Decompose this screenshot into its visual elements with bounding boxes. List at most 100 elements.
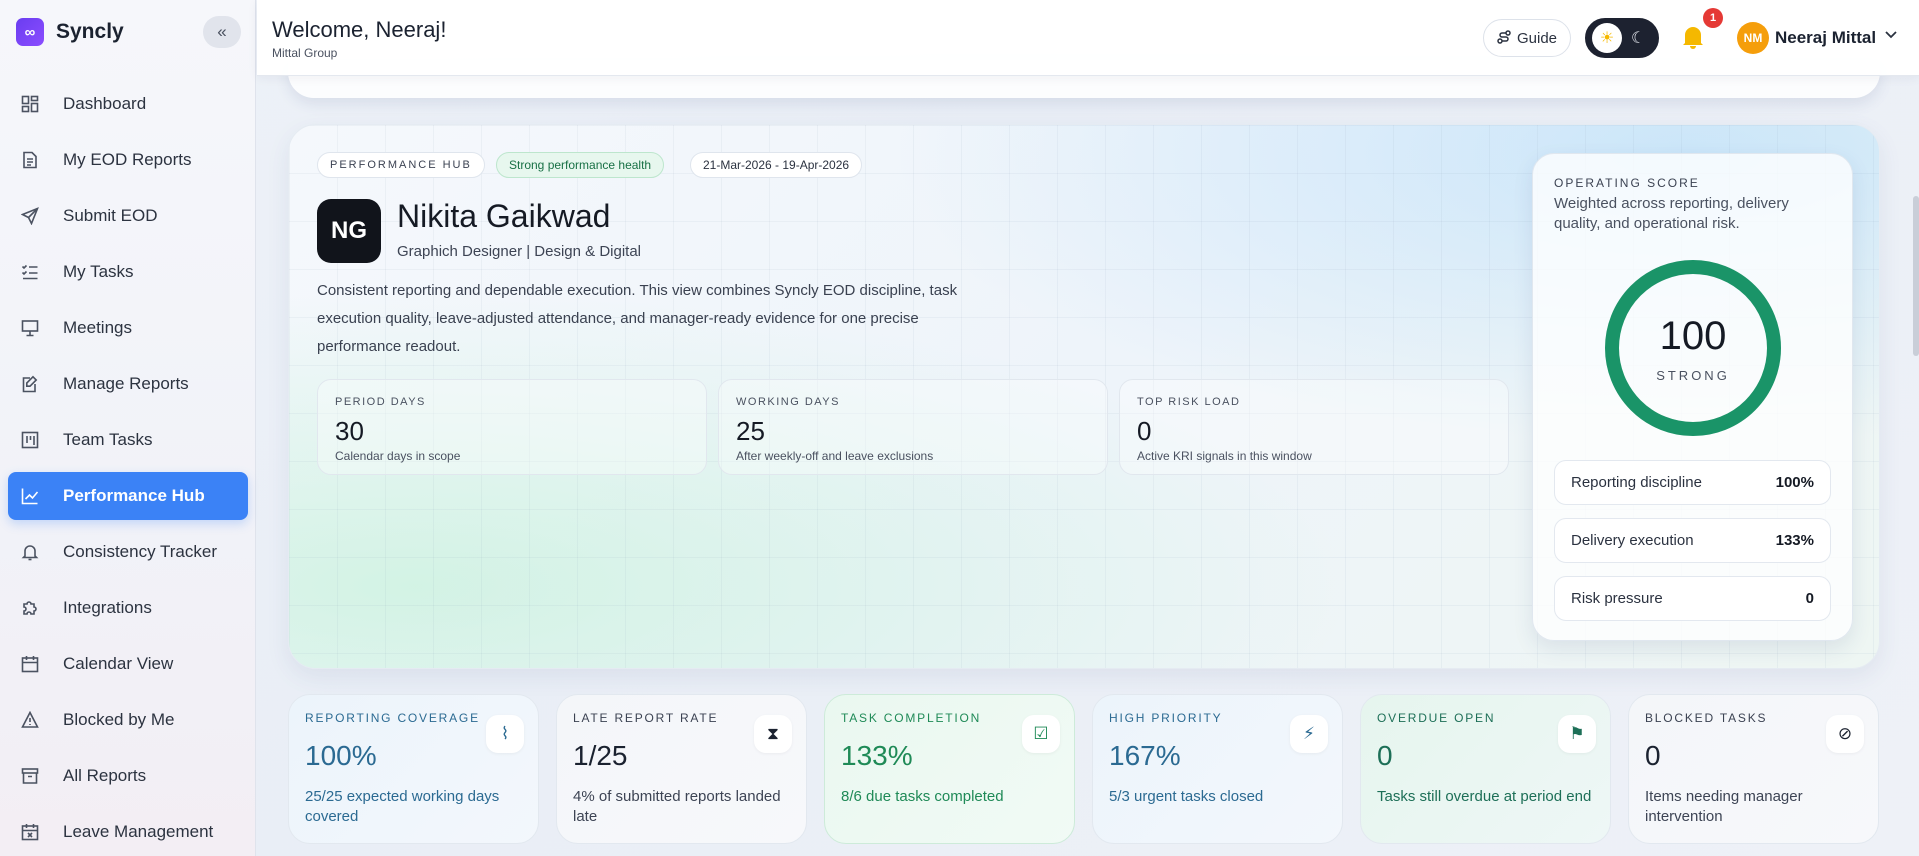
- hourglass-icon: ⧗: [754, 715, 792, 753]
- kpi-late-report-rate: LATE REPORT RATE ⧗ 1/25 4% of submitted …: [556, 694, 807, 844]
- stat-value: 25: [736, 416, 765, 446]
- sidebar-item-integrations[interactable]: Integrations: [8, 584, 248, 632]
- sidebar-item-leave-management[interactable]: Leave Management: [8, 808, 248, 856]
- sidebar-item-label: Team Tasks: [63, 430, 153, 449]
- sidebar-item-label: Meetings: [63, 318, 132, 337]
- chevrons-left-icon: «: [217, 22, 227, 41]
- section-tag: PERFORMANCE HUB: [317, 152, 485, 178]
- moon-icon: ☾: [1631, 30, 1646, 47]
- sidebar-item-calendar-view[interactable]: Calendar View: [8, 640, 248, 688]
- sidebar-item-my-eod-reports[interactable]: My EOD Reports: [8, 136, 248, 184]
- send-icon: [20, 206, 40, 226]
- sidebar-item-label: Integrations: [63, 598, 152, 617]
- kanban-icon: [20, 430, 40, 450]
- notification-bell-icon[interactable]: [1681, 24, 1705, 57]
- kpi-subtext: 25/25 expected working days covered: [305, 788, 500, 825]
- sidebar-item-label: Performance Hub: [63, 486, 205, 505]
- employee-avatar: NG: [317, 199, 381, 263]
- metric-risk-pressure: Risk pressure 0: [1554, 576, 1831, 621]
- sidebar-item-label: Manage Reports: [63, 374, 189, 393]
- page-scrollbar[interactable]: [1913, 196, 1919, 356]
- kpi-subtext: Items needing manager intervention: [1645, 788, 1803, 825]
- sidebar-item-consistency-tracker[interactable]: Consistency Tracker: [8, 528, 248, 576]
- sidebar-item-label: Submit EOD: [63, 206, 158, 225]
- stat-subtext: Calendar days in scope: [335, 449, 461, 463]
- sidebar-item-manage-reports[interactable]: Manage Reports: [8, 360, 248, 408]
- sidebar-item-my-tasks[interactable]: My Tasks: [8, 248, 248, 296]
- kpi-label: REPORTING COVERAGE: [305, 711, 480, 725]
- sidebar-item-label: Dashboard: [63, 94, 147, 113]
- kpi-label: HIGH PRIORITY: [1109, 711, 1223, 725]
- kpi-label: LATE REPORT RATE: [573, 711, 719, 725]
- metric-label: Delivery execution: [1571, 532, 1694, 549]
- chevron-down-icon[interactable]: [1883, 26, 1899, 47]
- stat-subtext: Active KRI signals in this window: [1137, 449, 1312, 463]
- sidebar-item-label: All Reports: [63, 766, 147, 785]
- kpi-value: 0: [1645, 740, 1661, 771]
- kpi-subtext: 4% of submitted reports landed late: [573, 788, 781, 825]
- sidebar-item-performance-hub[interactable]: Performance Hub: [8, 472, 248, 520]
- kpi-label: TASK COMPLETION: [841, 711, 982, 725]
- kpi-overdue-open: OVERDUE OPEN ⚑ 0 Tasks still overdue at …: [1360, 694, 1611, 844]
- collapse-sidebar-button[interactable]: «: [203, 16, 241, 48]
- sidebar-item-all-reports[interactable]: All Reports: [8, 752, 248, 800]
- chart-line-icon: [20, 486, 40, 506]
- stat-working-days: WORKING DAYS 25 After weekly-off and lea…: [718, 379, 1108, 475]
- sidebar-item-meetings[interactable]: Meetings: [8, 304, 248, 352]
- syncly-logo-icon: ∞: [16, 18, 44, 46]
- stat-label: TOP RISK LOAD: [1137, 396, 1241, 408]
- sidebar-item-label: Consistency Tracker: [63, 542, 217, 561]
- kpi-value: 133%: [841, 740, 913, 771]
- top-header: Welcome, Neeraj! Mittal Group Guide ☀ ☾ …: [257, 0, 1919, 76]
- app-name: Syncly: [56, 20, 124, 43]
- kpi-blocked-tasks: BLOCKED TASKS ⊘ 0 Items needing manager …: [1628, 694, 1879, 844]
- kpi-label: BLOCKED TASKS: [1645, 711, 1768, 725]
- stat-label: WORKING DAYS: [736, 396, 840, 408]
- sidebar-item-label: Blocked by Me: [63, 710, 175, 729]
- calendar-icon: [20, 654, 40, 674]
- warning-icon: [20, 710, 40, 730]
- kpi-value: 167%: [1109, 740, 1181, 771]
- presentation-icon: [20, 318, 40, 338]
- date-range-chip[interactable]: 21-Mar-2026 - 19-Apr-2026: [690, 152, 863, 178]
- flag-icon: ⚑: [1558, 715, 1596, 753]
- kpi-subtext: 5/3 urgent tasks closed: [1109, 788, 1264, 805]
- guide-button[interactable]: Guide: [1483, 19, 1571, 57]
- kpi-reporting-coverage: REPORTING COVERAGE ⌇ 100% 25/25 expected…: [288, 694, 539, 844]
- user-name[interactable]: Neeraj Mittal: [1775, 28, 1876, 48]
- brand[interactable]: ∞ Syncly: [16, 18, 124, 46]
- metric-value: 0: [1805, 590, 1814, 607]
- kpi-value: 1/25: [573, 740, 628, 771]
- kpi-high-priority: HIGH PRIORITY ⚡ 167% 5/3 urgent tasks cl…: [1092, 694, 1343, 844]
- score-title: OPERATING SCORE: [1554, 176, 1700, 190]
- kpi-subtext: 8/6 due tasks completed: [841, 788, 1004, 805]
- report-icon: [20, 150, 40, 170]
- metric-delivery-execution: Delivery execution 133%: [1554, 518, 1831, 563]
- hero-description: Consistent reporting and dependable exec…: [317, 282, 958, 355]
- metric-value: 133%: [1775, 532, 1814, 549]
- sidebar-nav: Dashboard My EOD Reports Submit EOD My T…: [8, 80, 248, 856]
- metric-label: Reporting discipline: [1571, 474, 1702, 491]
- user-avatar[interactable]: NM: [1737, 22, 1769, 54]
- sidebar-item-blocked-by-me[interactable]: Blocked by Me: [8, 696, 248, 744]
- score-description: Weighted across reporting, delivery qual…: [1554, 195, 1789, 232]
- stat-value: 0: [1137, 416, 1152, 446]
- kpi-task-completion: TASK COMPLETION ☑ 133% 8/6 due tasks com…: [824, 694, 1075, 844]
- route-icon: [1497, 29, 1511, 47]
- employee-role: Graphich Designer | Design & Digital: [397, 243, 642, 260]
- task-list-icon: [20, 262, 40, 282]
- guide-label: Guide: [1516, 29, 1558, 47]
- employee-name: Nikita Gaikwad: [397, 198, 611, 234]
- kpi-value: 0: [1377, 740, 1393, 771]
- notification-count-badge: 1: [1703, 8, 1723, 28]
- welcome-title: Welcome, Neeraj!: [272, 17, 447, 42]
- metric-reporting-discipline: Reporting discipline 100%: [1554, 460, 1831, 505]
- score-value: 100: [1659, 314, 1727, 358]
- sidebar-item-dashboard[interactable]: Dashboard: [8, 80, 248, 128]
- health-badge: Strong performance health: [496, 152, 665, 178]
- sidebar-item-submit-eod[interactable]: Submit EOD: [8, 192, 248, 240]
- score-level: STRONG: [1656, 368, 1730, 383]
- theme-toggle[interactable]: ☀ ☾: [1585, 18, 1659, 58]
- checklist-icon: ☑: [1022, 715, 1060, 753]
- sidebar-item-team-tasks[interactable]: Team Tasks: [8, 416, 248, 464]
